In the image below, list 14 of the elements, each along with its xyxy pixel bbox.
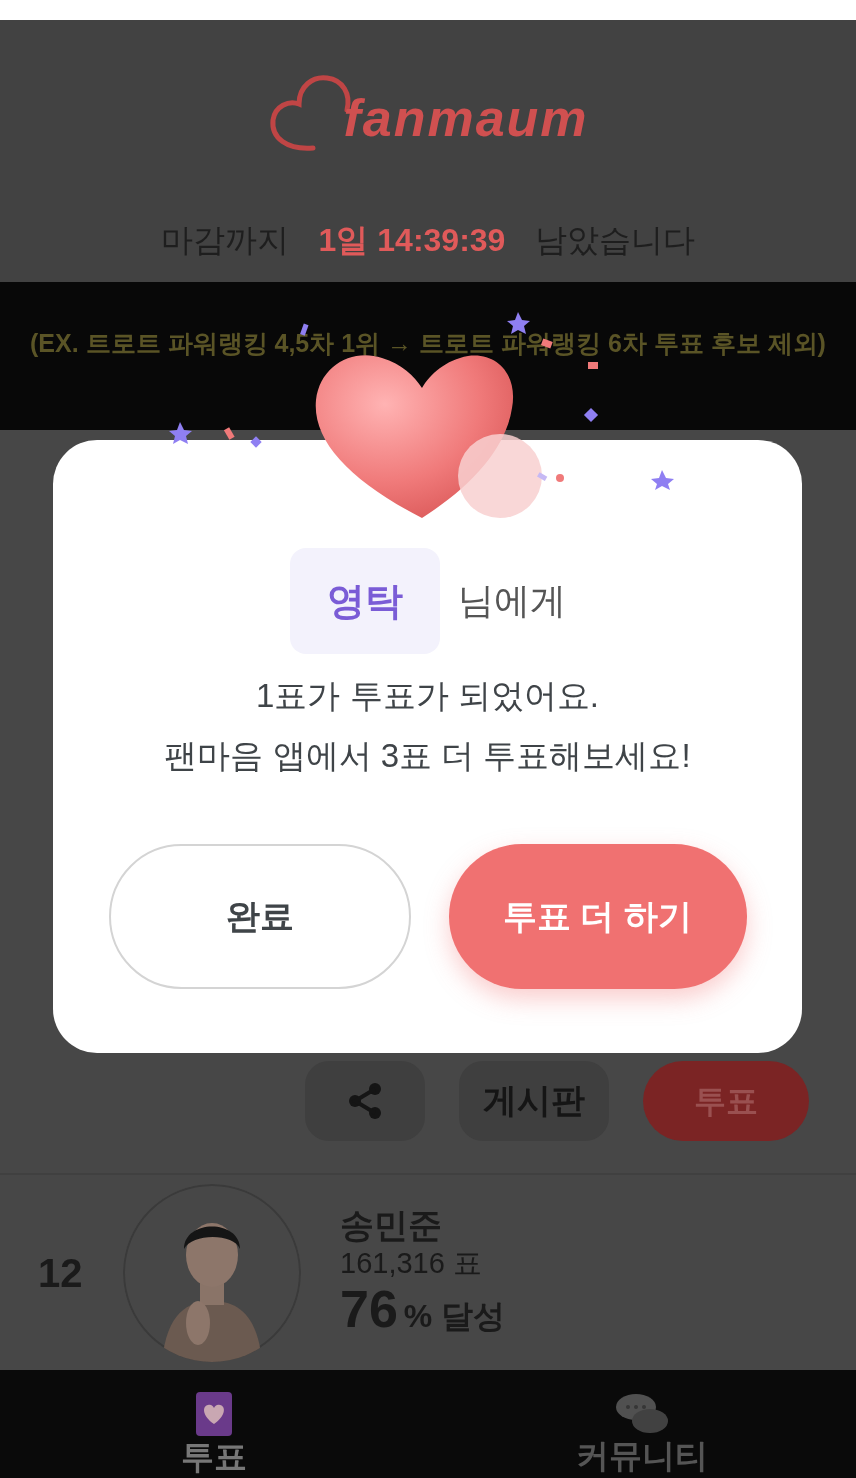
dialog-message: 1표가 투표가 되었어요. [256, 676, 599, 716]
logo-text: fanmaum [343, 92, 589, 149]
countdown-time: 1일 14:39:39 [318, 221, 506, 260]
nav-tab[interactable]: 커뮤니티 [428, 1370, 856, 1478]
recipient-suffix: 님에게 [457, 579, 566, 623]
chat-bubbles-icon [614, 1393, 670, 1435]
share-button[interactable] [305, 1060, 425, 1141]
notice-text: (EX. 트로트 파워랭킹 4,5차 1위 → 트로트 파워랭킹 6차 투표 후보 제외) [30, 328, 826, 359]
recipient-name: 영탁 [289, 548, 440, 654]
vote-more-button[interactable]: 투표 더 하기 [448, 844, 747, 989]
dialog-message: 팬마음 앱에서 3표 더 투표해보세요! [164, 736, 691, 776]
heart-card-icon [196, 1392, 232, 1436]
nav-tab[interactable]: 투표 [0, 1370, 428, 1478]
done-button[interactable]: 완료 [108, 844, 411, 989]
